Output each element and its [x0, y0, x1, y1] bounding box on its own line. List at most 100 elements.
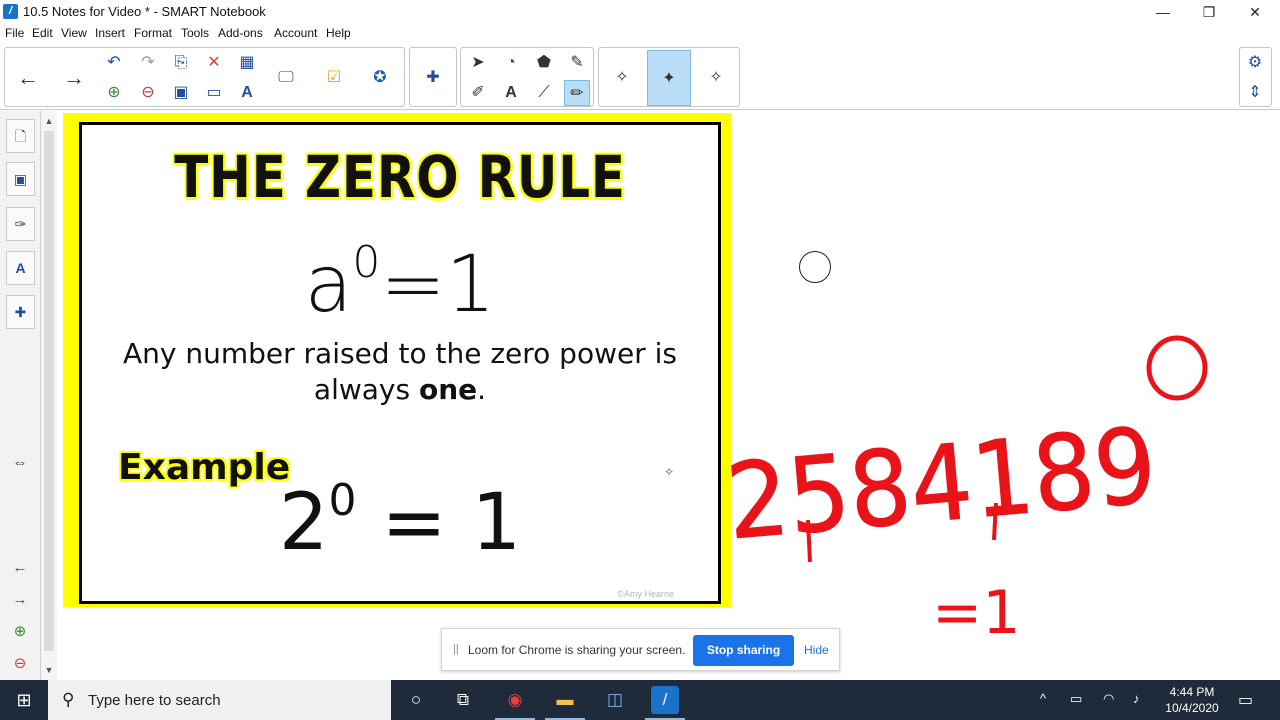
slide-title: THE ZERO RULE [174, 143, 626, 211]
eraser-large-icon[interactable]: ✧ [703, 65, 729, 91]
scroll-up-icon[interactable]: ▲ [41, 113, 57, 129]
menu-file[interactable]: File [5, 26, 24, 40]
fill-tool-icon[interactable]: ✎ [564, 50, 590, 76]
windows-taskbar: ⊞ ⚲ Type here to search ○ ⧉ ◉ ▬ ◫ / ^ ▭ … [0, 680, 1280, 720]
toolbar: ← → ↶ ↷ ⎘ ✕ ▦ ⊕ ⊖ ▣ ▭ A 🖵 ☑ ✪ ✚ ➤ ◔ ⬟ ✎ … [0, 44, 1280, 110]
menu-help[interactable]: Help [326, 26, 351, 40]
menu-account[interactable]: Account [274, 26, 317, 40]
paste-icon[interactable]: ⎘ [168, 50, 194, 76]
highlighter-tool-icon[interactable]: ✏ [564, 80, 590, 106]
rule-text-line-2: always one. [82, 373, 718, 406]
scroll-thumb[interactable] [44, 131, 54, 651]
toolbar-group-settings: ⚙ ⇕ [1239, 47, 1272, 107]
menu-view[interactable]: View [61, 26, 87, 40]
pens-tool-icon[interactable]: ✐ [465, 80, 491, 106]
rule-text-bold: one [418, 373, 478, 406]
menu-insert[interactable]: Insert [95, 26, 125, 40]
notification-center-icon[interactable]: ▭ [1238, 690, 1253, 710]
volume-icon[interactable]: ♪ [1133, 691, 1140, 706]
stop-sharing-button[interactable]: Stop sharing [693, 635, 794, 666]
settings-gear-icon[interactable]: ⚙ [1242, 50, 1268, 76]
eraser-cursor [799, 251, 831, 283]
sidebar-next-icon[interactable]: → [10, 590, 30, 610]
example-result: = 1 [356, 478, 522, 568]
drag-grip-icon[interactable]: || [453, 643, 459, 655]
minimize-button[interactable]: — [1140, 0, 1186, 24]
text-format-icon[interactable]: A [234, 80, 260, 106]
zero-rule-slide[interactable]: THE ZERO RULE a0=1 Any number raised to … [79, 122, 721, 604]
table-icon[interactable]: ▦ [234, 50, 260, 76]
eraser-tool-icon[interactable]: ⬟ [531, 50, 557, 76]
loom-message: Loom for Chrome is sharing your screen. [468, 643, 686, 657]
attachments-tab[interactable]: ✑ [6, 207, 35, 241]
screen-shade-icon[interactable]: ▭ [201, 80, 227, 106]
activity-builder-icon[interactable]: ✪ [367, 65, 393, 91]
sparkle-icon: ✧ [664, 465, 675, 479]
rule-text-post: . [477, 373, 487, 406]
zero-rule-formula: a0=1 [82, 237, 718, 330]
credit-text: ©Amy Hearne [617, 589, 674, 599]
ink-result: =1 [932, 578, 1020, 648]
line-tool-icon[interactable]: ⟋ [531, 80, 557, 106]
taskbar-search-box[interactable]: ⚲ Type here to search [48, 680, 391, 720]
menu-add-ons[interactable]: Add-ons [218, 26, 263, 40]
select-tool-icon[interactable]: ➤ [465, 50, 491, 76]
sidebar-previous-icon[interactable]: ← [10, 558, 30, 578]
chrome-icon[interactable]: ◉ [501, 686, 529, 714]
page-sorter-tab[interactable]: 🗋 [6, 119, 35, 153]
display-icon[interactable]: 🖵 [273, 65, 299, 91]
smart-notebook-taskbar-icon[interactable]: / [651, 686, 679, 714]
eraser-medium-icon[interactable]: ✦ [647, 50, 691, 106]
restore-button[interactable]: ❐ [1186, 0, 1232, 24]
shapes-tool-icon[interactable]: ◔ [498, 50, 524, 76]
delete-page-icon[interactable]: ⊖ [135, 80, 161, 106]
properties-tab[interactable]: A [6, 251, 35, 285]
eraser-small-icon[interactable]: ✧ [609, 65, 635, 91]
menu-format[interactable]: Format [134, 26, 172, 40]
redo-icon[interactable]: ↷ [135, 50, 161, 76]
title-bar: / 10.5 Notes for Video * - SMART Noteboo… [0, 0, 1280, 24]
gallery-tab[interactable]: ▣ [6, 162, 35, 196]
taskbar-clock[interactable]: 4:44 PM 10/4/2020 [1160, 684, 1224, 716]
next-page-icon[interactable]: → [61, 65, 87, 91]
menu-edit[interactable]: Edit [32, 26, 53, 40]
rule-text-line-1: Any number raised to the zero power is [122, 337, 677, 370]
battery-icon[interactable]: ▭ [1070, 691, 1082, 707]
menu-tools[interactable]: Tools [181, 26, 209, 40]
close-button[interactable]: ✕ [1232, 0, 1278, 24]
formula-base: a [304, 240, 353, 330]
tray-chevron-icon[interactable]: ^ [1040, 691, 1046, 706]
handwritten-ink: 2584189 =1 [721, 335, 1208, 648]
scroll-down-icon[interactable]: ▼ [41, 662, 57, 678]
side-tab-bar: 🗋 ▣ ✑ A ✚ ⇔ ← → ⊕ ⊖ [0, 111, 41, 680]
store-icon[interactable]: ◫ [601, 686, 629, 714]
addons-tab[interactable]: ✚ [6, 295, 35, 329]
clock-time: 4:44 PM [1169, 685, 1215, 699]
previous-page-icon[interactable]: ← [15, 65, 41, 91]
move-sidebar-icon[interactable]: ⇔ [10, 453, 30, 473]
windows-start-icon[interactable]: ⊞ [0, 680, 48, 720]
response-icon[interactable]: ☑ [321, 65, 347, 91]
file-explorer-icon[interactable]: ▬ [551, 686, 579, 714]
smart-notebook-window: / 10.5 Notes for Video * - SMART Noteboo… [0, 0, 1280, 720]
toolbar-group-main: ← → ↶ ↷ ⎘ ✕ ▦ ⊕ ⊖ ▣ ▭ A 🖵 ☑ ✪ [4, 47, 405, 107]
sidebar-delete-page-icon[interactable]: ⊖ [10, 654, 30, 674]
toolbar-group-tools: ➤ ◔ ⬟ ✎ ✐ A ⟋ ✏ [460, 47, 594, 107]
text-tool-icon[interactable]: A [498, 80, 524, 106]
wifi-icon[interactable]: ◠ [1103, 691, 1114, 707]
cortana-icon[interactable]: ○ [402, 686, 430, 714]
page-scrollbar[interactable]: ▲ ▼ [41, 111, 57, 680]
puzzle-icon[interactable]: ✚ [420, 65, 446, 91]
save-icon[interactable]: ▣ [168, 80, 194, 106]
window-title: 10.5 Notes for Video * - SMART Notebook [23, 4, 266, 19]
hide-link[interactable]: Hide [804, 643, 829, 657]
delete-icon[interactable]: ✕ [201, 50, 227, 76]
add-page-icon[interactable]: ⊕ [101, 80, 127, 106]
smart-notebook-app-icon: / [3, 4, 18, 19]
example-base: 2 [278, 478, 329, 568]
ink-exponent-zero [1146, 335, 1208, 401]
undo-icon[interactable]: ↶ [101, 50, 127, 76]
task-view-icon[interactable]: ⧉ [449, 686, 477, 714]
sidebar-add-page-icon[interactable]: ⊕ [10, 622, 30, 642]
toolbar-position-icon[interactable]: ⇕ [1242, 80, 1268, 106]
